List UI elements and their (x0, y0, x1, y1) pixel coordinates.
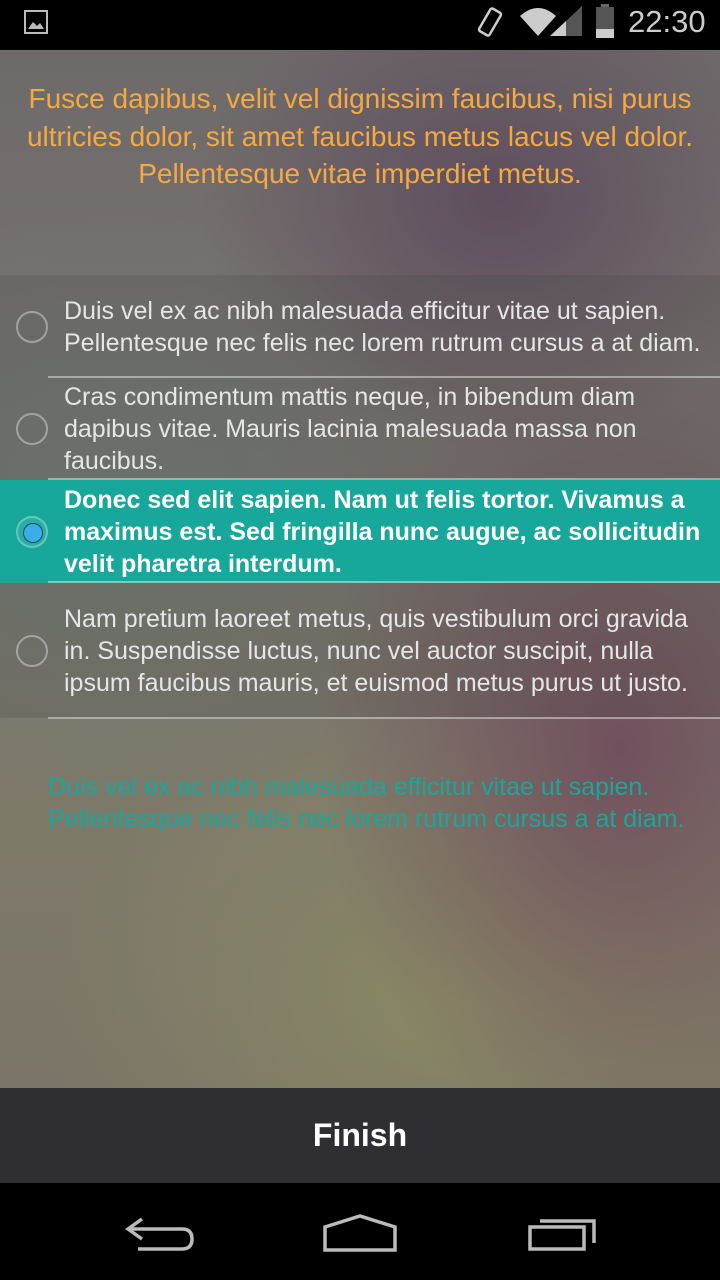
option-label: Donec sed elit sapien. Nam ut felis tort… (64, 485, 701, 578)
vibrate-icon (477, 7, 503, 37)
feedback-text: Duis vel ex ac nibh malesuada efficitur … (48, 773, 685, 833)
signal-icon (550, 6, 582, 36)
option-label: Cras condimentum mattis neque, in bibend… (64, 383, 637, 475)
option-2[interactable]: Cras condimentum mattis neque, in bibend… (0, 378, 720, 480)
option-label: Nam pretium laoreet metus, quis vestibul… (64, 605, 688, 697)
battery-icon (596, 4, 614, 38)
radio-button[interactable] (16, 635, 48, 667)
radio-button-checked[interactable] (16, 515, 48, 548)
option-1[interactable]: Duis vel ex ac nibh malesuada efficitur … (0, 275, 720, 378)
back-icon[interactable] (122, 1215, 196, 1253)
option-label: Duis vel ex ac nibh malesuada efficitur … (64, 296, 701, 357)
status-bar: 22:30 (0, 0, 720, 50)
radio-button[interactable] (16, 310, 48, 343)
recent-apps-icon[interactable] (526, 1215, 600, 1253)
question-text: Fusce dapibus, velit vel dignissim fauci… (26, 83, 694, 189)
home-icon[interactable] (322, 1213, 398, 1253)
image-icon (24, 10, 48, 34)
divider (48, 717, 720, 719)
finish-label: Finish (312, 1117, 408, 1153)
navigation-bar (0, 1183, 720, 1280)
radio-button[interactable] (16, 413, 48, 445)
option-4[interactable]: Nam pretium laoreet metus, quis vestibul… (0, 583, 720, 719)
clock: 22:30 (628, 4, 706, 39)
option-3-selected[interactable]: Donec sed elit sapien. Nam ut felis tort… (0, 480, 720, 583)
finish-button[interactable]: Finish (0, 1088, 720, 1183)
